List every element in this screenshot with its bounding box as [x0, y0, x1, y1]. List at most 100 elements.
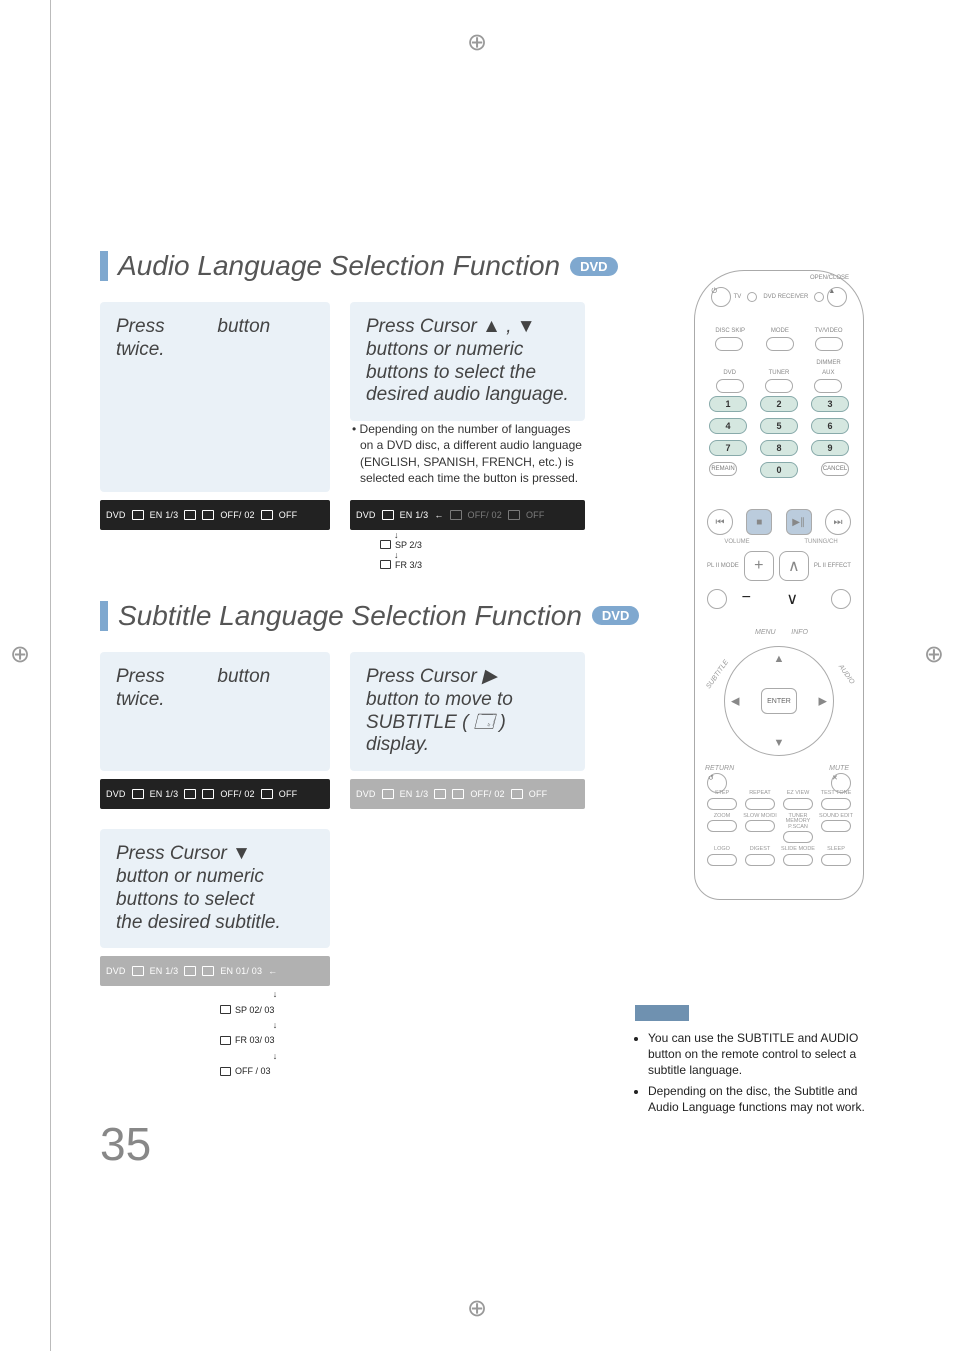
subtitle-option: OFF / 03	[235, 1064, 271, 1078]
repeat-icon	[261, 510, 273, 520]
cursor-up-button[interactable]: ▲	[774, 653, 785, 665]
tune-up-button[interactable]: ∧	[779, 551, 809, 581]
section-heading: Audio Language Selection Function	[118, 250, 560, 282]
tuner-button[interactable]	[765, 379, 793, 393]
stop-button[interactable]: ■	[746, 509, 772, 535]
tune-down-button[interactable]: ∨	[786, 589, 816, 619]
label: TEST TONE	[819, 791, 853, 797]
subtitle-icon	[450, 510, 462, 520]
eject-button[interactable]: ▲	[827, 287, 847, 307]
key-7[interactable]: 7	[709, 440, 747, 456]
repeat-button[interactable]	[745, 798, 775, 810]
key-3[interactable]: 3	[811, 396, 849, 412]
label: TV/VIDEO	[815, 328, 843, 334]
repeat-icon	[511, 789, 523, 799]
label-pl2-mode: PL II MODE	[707, 563, 739, 569]
cursor-down-button[interactable]: ▼	[774, 737, 785, 749]
cancel-button[interactable]: CANCEL	[821, 462, 849, 476]
key-1[interactable]: 1	[709, 396, 747, 412]
tuner-memory-button[interactable]	[783, 831, 813, 843]
label: DIGEST	[743, 847, 777, 853]
osd-dvd: DVD	[106, 789, 126, 799]
key-9[interactable]: 9	[811, 440, 849, 456]
enter-button[interactable]: ENTER	[761, 688, 797, 714]
label-info: INFO	[791, 629, 808, 636]
label: EZ VIEW	[781, 791, 815, 797]
audio-icon	[132, 510, 144, 520]
aux-button[interactable]	[814, 379, 842, 393]
label: REPEAT	[743, 791, 777, 797]
key-2[interactable]: 2	[760, 396, 798, 412]
receiver-indicator[interactable]	[814, 292, 824, 302]
remain-button[interactable]: REMAIN	[709, 462, 737, 476]
slow-button[interactable]	[745, 820, 775, 832]
dvd-button[interactable]	[716, 379, 744, 393]
dvd-badge: DVD	[592, 606, 639, 625]
label-pl2-effect: PL II EFFECT	[814, 563, 851, 569]
tv-indicator[interactable]	[747, 292, 757, 302]
page-number: 35	[100, 1117, 151, 1171]
repeat-icon	[508, 510, 520, 520]
step-text: buttons or numeric	[366, 339, 523, 360]
pl2-mode-button[interactable]	[707, 589, 727, 609]
osd-repeat: OFF	[279, 510, 298, 520]
numeric-keypad: 1 2 3 4 5 6 7 8 9 REMAIN 0 CANCEL	[709, 396, 849, 484]
dolby-icon	[434, 789, 446, 799]
zoom-button[interactable]	[707, 820, 737, 832]
tv-video-button[interactable]	[815, 337, 843, 351]
slide-mode-button[interactable]	[783, 854, 813, 866]
osd-audio-lang: EN 1/3	[150, 510, 179, 520]
label-tv: TV	[734, 294, 742, 300]
logo-button[interactable]	[707, 854, 737, 866]
label-volume: VOLUME	[712, 539, 762, 545]
step-text: buttons to select	[116, 889, 254, 910]
key-8[interactable]: 8	[760, 440, 798, 456]
audio-icon	[380, 540, 391, 549]
cursor-left-button[interactable]: ◀	[731, 695, 739, 708]
sound-edit-button[interactable]	[821, 820, 851, 832]
remote-control: OPEN/CLOSE ⏻ TV DVD RECEIVER ▲ DISC SKIP…	[694, 270, 864, 900]
key-4[interactable]: 4	[709, 418, 747, 434]
subtitle-step-2: Press Cursor ▶ button to move to SUBTITL…	[350, 652, 585, 771]
volume-down-button[interactable]: −	[742, 589, 772, 619]
dolby-icon	[184, 510, 196, 520]
osd-subtitle: OFF/ 02	[470, 789, 504, 799]
disc-skip-button[interactable]	[715, 337, 743, 351]
lang-option: SP 2/3	[395, 540, 422, 550]
mode-button[interactable]	[766, 337, 794, 351]
label-receiver: DVD RECEIVER	[763, 294, 808, 300]
test-tone-button[interactable]	[821, 798, 851, 810]
step-text: twice.	[116, 339, 165, 360]
osd-subtitle: OFF/ 02	[220, 510, 254, 520]
label-openclose: OPEN/CLOSE	[810, 275, 849, 281]
ez-view-button[interactable]	[783, 798, 813, 810]
audio-lang-stack: ↓ SP 2/3 ↓ FR 3/3	[350, 530, 585, 570]
label: SLIDE MODE	[781, 847, 815, 853]
volume-up-button[interactable]: +	[744, 551, 774, 581]
step-text: button to move to	[366, 689, 513, 710]
label: TUNER	[769, 370, 790, 376]
pl2-effect-button[interactable]	[831, 589, 851, 609]
step-text: twice.	[116, 689, 165, 710]
step-text: button	[217, 316, 270, 337]
next-button[interactable]: ⏭	[825, 509, 851, 535]
power-button[interactable]: ⏻	[711, 287, 731, 307]
step-text: display.	[366, 734, 429, 755]
label: SLEEP	[819, 847, 853, 853]
label: TUNER MEMORY P.SCAN	[781, 814, 815, 831]
key-5[interactable]: 5	[760, 418, 798, 434]
osd-subtitle: OFF/ 02	[220, 789, 254, 799]
step-text: Press Cursor ▶	[366, 666, 497, 687]
cursor-right-button[interactable]: ▶	[819, 695, 827, 708]
prev-button[interactable]: ⏮	[707, 509, 733, 535]
key-6[interactable]: 6	[811, 418, 849, 434]
step-text: buttons to select the	[366, 362, 536, 383]
osd-audio-lang: EN 1/3	[400, 789, 429, 799]
play-pause-button[interactable]: ▶∥	[786, 509, 812, 535]
sleep-button[interactable]	[821, 854, 851, 866]
step-button[interactable]	[707, 798, 737, 810]
step-text: desired audio language.	[366, 384, 569, 405]
key-0[interactable]: 0	[760, 462, 798, 478]
osd-display-subtitle-2: DVD EN 1/3 OFF/ 02 OFF	[350, 779, 585, 809]
digest-button[interactable]	[745, 854, 775, 866]
